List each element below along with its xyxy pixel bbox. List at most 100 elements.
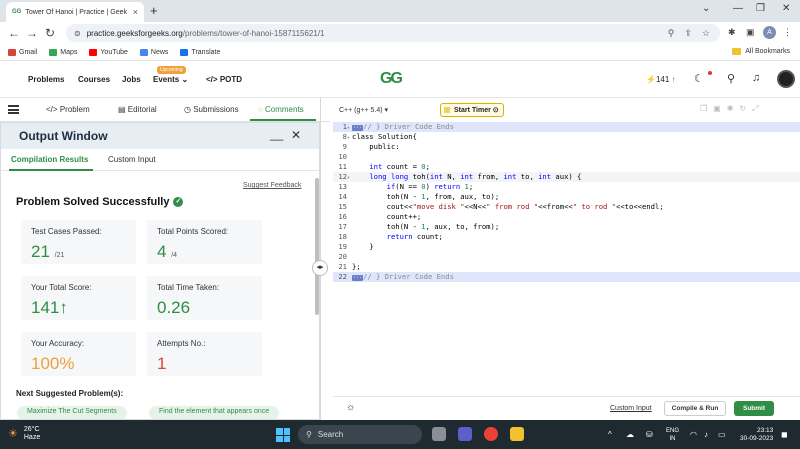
editor-toolbar: C++ (g++ 5.4) ▾ Start Timer ⊙ ❐▣✱↻⤢	[333, 100, 800, 120]
reload-icon[interactable]: ↻	[45, 26, 55, 40]
new-tab-icon[interactable]: +	[150, 4, 158, 18]
forward-icon[interactable]: →	[26, 26, 38, 40]
battery-icon[interactable]: ▭	[718, 430, 726, 439]
bookmark-youtube[interactable]: YouTube	[89, 48, 128, 56]
tab-problem[interactable]: </> Problem	[46, 105, 90, 114]
taskbar-search[interactable]: ⚲ Search	[298, 425, 422, 444]
tab-custom-input[interactable]: Custom Input	[108, 155, 156, 164]
url-bar[interactable]: ⊜ practice.geeksforgeeks.org/problems/to…	[66, 24, 720, 42]
file-explorer-icon[interactable]	[510, 427, 524, 441]
volume-icon[interactable]: ♪	[704, 430, 708, 439]
bookmark-gmail[interactable]: Gmail	[8, 48, 37, 56]
weather-widget[interactable]: ☀ 26°C Haze	[8, 426, 40, 442]
side-panel-icon[interactable]: ▣	[746, 27, 755, 38]
nav-jobs[interactable]: Jobs	[122, 75, 141, 84]
nav-potd[interactable]: </> POTD	[206, 75, 242, 84]
profile-avatar[interactable]: A	[763, 26, 776, 39]
search-icon[interactable]: ⚲	[727, 72, 735, 85]
panel-divider	[320, 98, 321, 420]
windows-start-icon[interactable]	[276, 428, 290, 442]
card-points-scored: Total Points Scored: 4 /4	[147, 220, 262, 264]
suggest-feedback-link[interactable]: Suggest Feedback	[243, 182, 301, 189]
all-bookmarks[interactable]: All Bookmarks	[732, 48, 790, 55]
bookmark-maps[interactable]: Maps	[49, 48, 77, 56]
dark-mode-icon[interactable]: ☾	[694, 72, 704, 85]
restore-window-icon[interactable]: ❐	[756, 3, 765, 14]
card-test-cases: Test Cases Passed: 21 /21	[21, 220, 136, 264]
expand-icon[interactable]: ▣	[713, 104, 727, 113]
comment-icon: ◌	[258, 105, 263, 114]
suggested-problem-chip[interactable]: Maximize The Cut Segments	[17, 406, 127, 419]
share-icon[interactable]: ⇪	[684, 28, 692, 39]
user-avatar[interactable]	[777, 70, 795, 88]
tab-close-icon[interactable]: ×	[133, 7, 138, 17]
settings-icon[interactable]: ✱	[727, 104, 740, 113]
streak-counter[interactable]: ⚡141 ↑	[646, 75, 676, 84]
resize-handle-icon[interactable]: ◂▸	[312, 260, 328, 276]
tab-submissions[interactable]: ◷ Submissions	[184, 105, 239, 114]
code-line: 20	[338, 252, 347, 261]
language-select[interactable]: C++ (g++ 5.4) ▾	[339, 106, 388, 114]
notifications-icon[interactable]: ◼	[781, 430, 788, 439]
code-line: 1▸ ···// } Driver Code Ends	[333, 122, 800, 132]
submit-button[interactable]: Submit	[734, 401, 774, 416]
output-scrollbar[interactable]	[315, 178, 319, 315]
tab-search-icon[interactable]: ⌄	[702, 3, 710, 14]
extensions-icon[interactable]: ✱	[728, 27, 736, 38]
gfg-logo[interactable]: GG	[380, 70, 403, 88]
lightbulb-icon[interactable]: ☼	[346, 402, 355, 413]
copy-icon[interactable]: ❐	[700, 104, 713, 113]
minimize-window-icon[interactable]: —	[733, 3, 743, 14]
chrome-icon[interactable]	[484, 427, 498, 441]
nav-events[interactable]: Events ⌄	[153, 75, 188, 84]
tab-comments[interactable]: ◌ Comments	[258, 105, 304, 114]
system-clock[interactable]: 23:13 30-09-2023	[740, 427, 773, 443]
task-view-icon[interactable]	[432, 427, 446, 441]
menu-icon[interactable]	[8, 105, 19, 114]
url-path: /problems/tower-of-hanoi-1587115621/1	[182, 28, 325, 38]
nav-problems[interactable]: Problems	[28, 75, 64, 84]
language-indicator[interactable]: ENG IN	[666, 427, 679, 443]
code-editor[interactable]: 1▸ ···// } Driver Code Ends 8▾ class Solut…	[333, 120, 800, 395]
bookmark-news[interactable]: News	[139, 48, 168, 56]
browser-menu-icon[interactable]: ⋮	[783, 27, 792, 38]
start-timer-button[interactable]: Start Timer ⊙	[440, 103, 504, 117]
card-accuracy: Your Accuracy: 100%	[21, 332, 136, 376]
browser-tab[interactable]: GG Tower Of Hanoi | Practice | Geek ×	[6, 2, 144, 22]
code-line: 17 toh(N - 1, aux, to, from);	[338, 222, 500, 231]
code-line: 11 int count = 0;	[338, 162, 430, 171]
wifi-icon[interactable]: ◠	[690, 430, 697, 439]
close-window-icon[interactable]: ✕	[782, 3, 790, 14]
code-line: 10	[338, 152, 347, 161]
bookmark-translate[interactable]: Translate	[180, 48, 220, 56]
minimize-icon[interactable]: __	[270, 127, 283, 141]
compile-run-button[interactable]: Compile & Run	[664, 401, 726, 416]
chevron-down-icon: ⌄	[181, 75, 189, 84]
nav-courses[interactable]: Courses	[78, 75, 110, 84]
teams-chat-icon[interactable]	[458, 427, 472, 441]
reset-icon[interactable]: ↻	[739, 104, 752, 113]
code-line: 21 };	[338, 262, 361, 271]
problem-tabs: </> Problem ▤ Editorial ◷ Submissions ◌ …	[0, 98, 330, 122]
bookmark-star-icon[interactable]: ☆	[702, 28, 710, 39]
card-total-score: Your Total Score: 141↑	[21, 276, 136, 320]
chevron-up-icon[interactable]: ^	[608, 430, 612, 439]
editor-actions: ❐▣✱↻⤢	[700, 104, 765, 114]
tab-compilation-results[interactable]: Compilation Results	[11, 155, 88, 164]
close-icon[interactable]: ✕	[291, 128, 301, 142]
address-toolbar: ← → ↻ ⊜ practice.geeksforgeeks.org/probl…	[0, 22, 800, 44]
cloud-icon[interactable]: ☁	[626, 430, 634, 439]
suggested-problem-chip[interactable]: Find the element that appears once	[149, 406, 280, 419]
output-tabs: Compilation Results Custom Input	[1, 149, 319, 171]
network-icon[interactable]: ⛁	[646, 430, 653, 439]
folder-icon	[732, 48, 742, 55]
site-info-icon[interactable]: ⊜	[74, 29, 81, 38]
custom-input-link[interactable]: Custom Input	[610, 405, 652, 412]
bell-icon[interactable]: ♫	[752, 72, 760, 84]
output-header: Output Window __ ✕	[1, 123, 319, 149]
fullscreen-icon[interactable]: ⤢	[752, 104, 764, 113]
zoom-icon[interactable]: ⚲	[668, 28, 675, 39]
back-icon[interactable]: ←	[8, 26, 20, 40]
code-icon: </>	[46, 105, 58, 114]
tab-editorial[interactable]: ▤ Editorial	[118, 105, 157, 114]
